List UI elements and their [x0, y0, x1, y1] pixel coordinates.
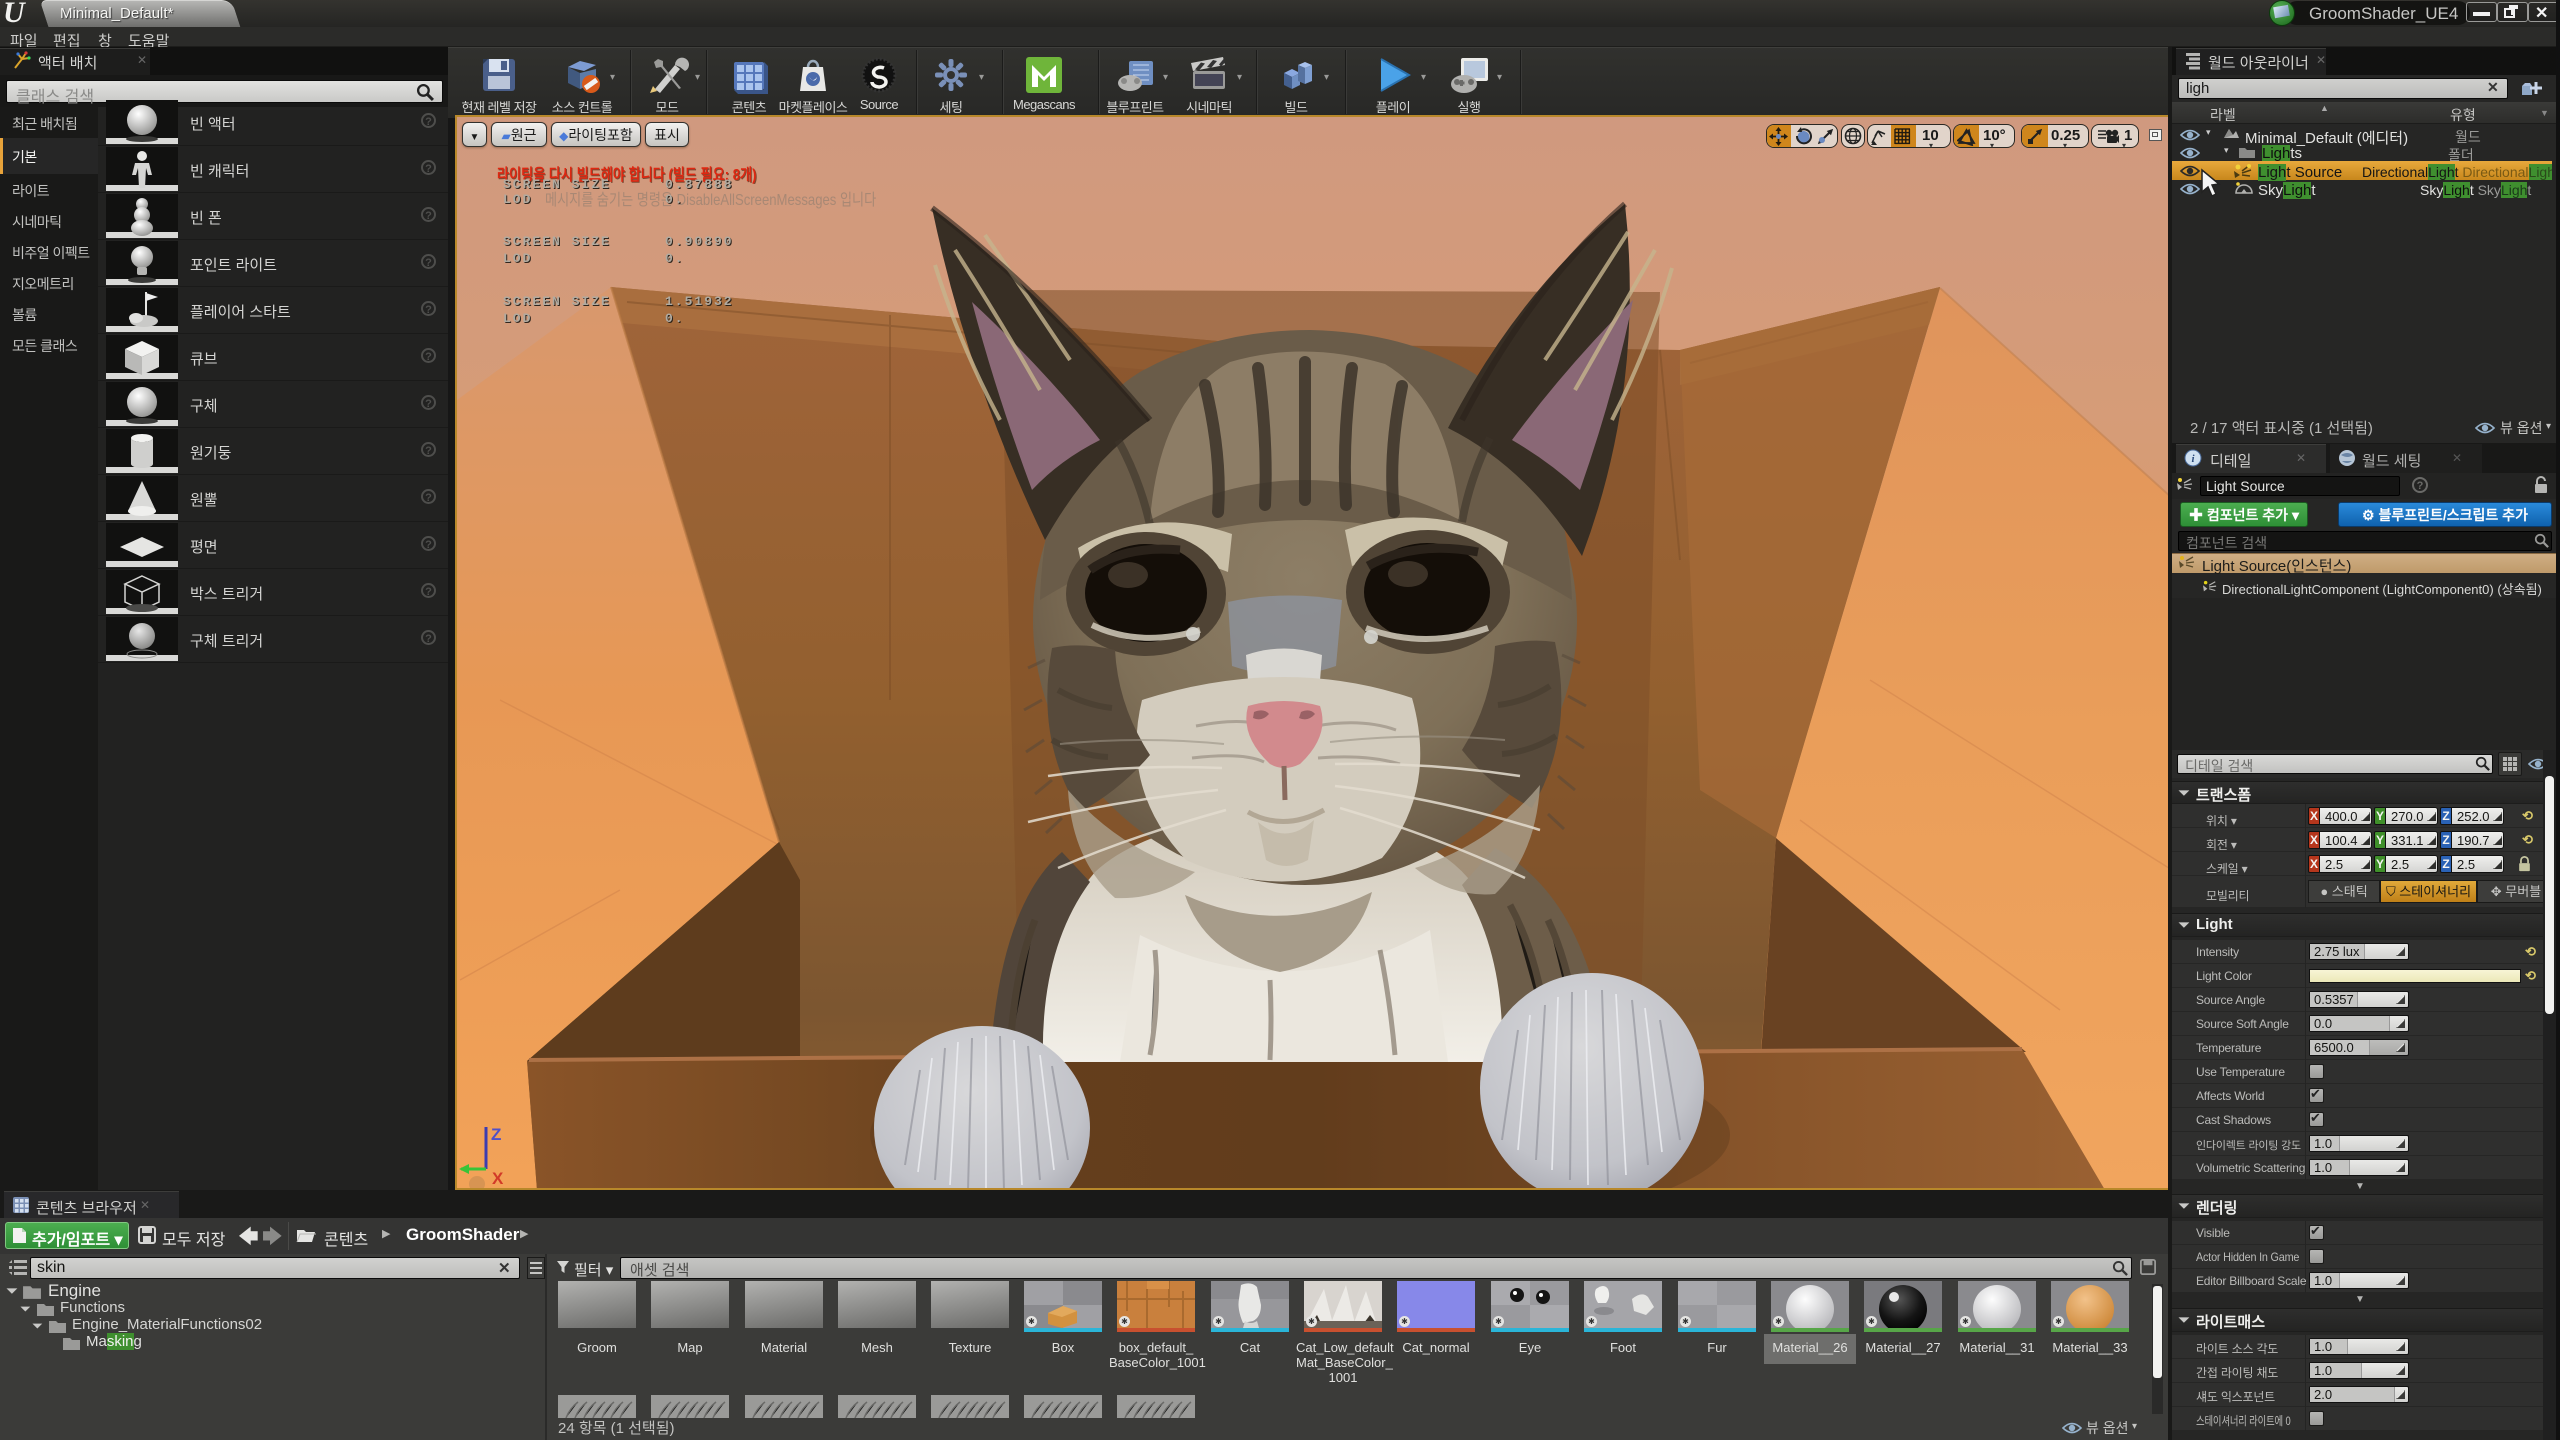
svg-text:Z: Z [491, 1125, 501, 1144]
svg-text:X: X [492, 1169, 504, 1188]
